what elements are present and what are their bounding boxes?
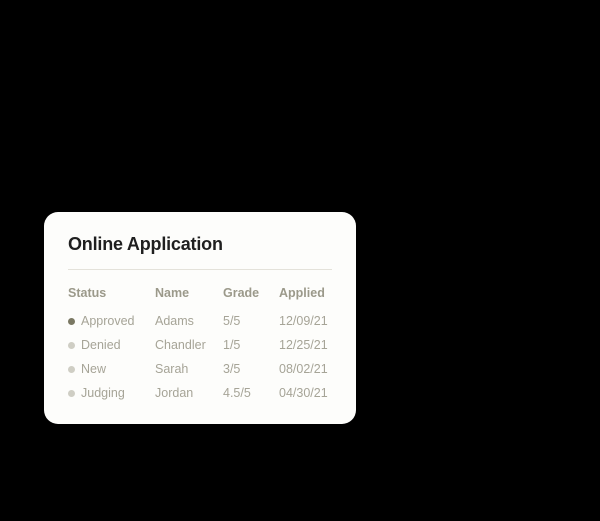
status-label: Denied [81,338,121,352]
table-row-grade: 3/5 [223,362,279,376]
table-row-status: Judging [68,386,155,400]
applications-table: Status Name Grade Applied Approved Adams… [68,286,332,400]
table-row-name: Jordan [155,386,223,400]
col-header-applied: Applied [279,286,339,304]
table-row-applied: 08/02/21 [279,362,339,376]
table-row-applied: 12/09/21 [279,314,339,328]
status-label: Judging [81,386,125,400]
divider [68,269,332,270]
status-dot-icon [68,366,75,373]
col-header-status: Status [68,286,155,304]
status-label: Approved [81,314,135,328]
application-card: Online Application Status Name Grade App… [44,212,356,424]
table-row-grade: 1/5 [223,338,279,352]
col-header-grade: Grade [223,286,279,304]
status-dot-icon [68,390,75,397]
table-row-applied: 04/30/21 [279,386,339,400]
table-row-grade: 5/5 [223,314,279,328]
table-row-applied: 12/25/21 [279,338,339,352]
table-row-name: Chandler [155,338,223,352]
table-row-grade: 4.5/5 [223,386,279,400]
status-dot-icon [68,318,75,325]
table-row-name: Adams [155,314,223,328]
col-header-name: Name [155,286,223,304]
table-row-status: New [68,362,155,376]
table-row-status: Approved [68,314,155,328]
card-title: Online Application [68,234,332,255]
status-dot-icon [68,342,75,349]
status-label: New [81,362,106,376]
table-row-status: Denied [68,338,155,352]
table-row-name: Sarah [155,362,223,376]
